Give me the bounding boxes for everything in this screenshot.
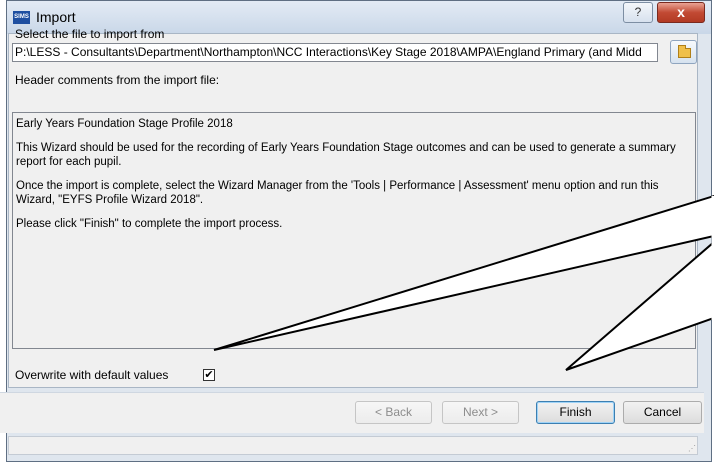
comment-title: Early Years Foundation Stage Profile 201… (16, 118, 233, 130)
resize-grip-icon[interactable]: ⋰ (688, 444, 696, 453)
file-path-field[interactable]: P:\LESS - Consultants\Department\Northam… (12, 43, 658, 62)
cancel-button[interactable]: Cancel (623, 401, 702, 424)
overwrite-label: Overwrite with default values (15, 368, 169, 382)
dialog-title: Import (36, 9, 76, 25)
folder-icon (678, 45, 691, 58)
close-button[interactable]: x (657, 2, 705, 23)
browse-button[interactable] (670, 40, 697, 64)
comment-paragraph: Once the import is complete, select the … (16, 180, 659, 206)
back-button[interactable]: < Back (355, 401, 432, 424)
status-bar: ⋰ (8, 436, 698, 455)
header-comments-box: Early Years Foundation Stage Profile 201… (12, 112, 696, 349)
overwrite-checkbox[interactable]: ✔ (203, 369, 215, 381)
next-button[interactable]: Next > (442, 401, 519, 424)
comment-paragraph: This Wizard should be used for the recor… (16, 142, 676, 168)
comment-paragraph: Please click "Finish" to complete the im… (16, 218, 283, 230)
select-file-label: Select the file to import from (15, 27, 165, 41)
header-comments-label: Header comments from the import file: (15, 73, 220, 87)
sims-app-icon: SIMS (13, 11, 30, 24)
help-button[interactable]: ? (623, 2, 653, 23)
finish-button[interactable]: Finish (536, 401, 615, 424)
